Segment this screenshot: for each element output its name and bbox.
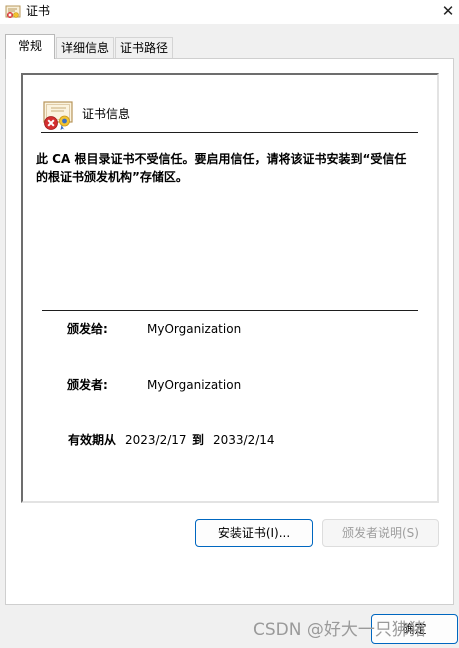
- title-bar: 证书 ✕: [0, 0, 459, 24]
- certificate-error-icon: [43, 101, 73, 130]
- heading-divider: [41, 132, 418, 133]
- valid-to-label: 到: [192, 433, 205, 447]
- tab-certification-path[interactable]: 证书路径: [115, 37, 173, 58]
- validity-label: 有效期从: [68, 433, 117, 447]
- window-title: 证书: [26, 4, 51, 18]
- issuer-statement-button[interactable]: 颁发者说明(S): [322, 519, 439, 547]
- close-icon[interactable]: ✕: [436, 0, 459, 22]
- issued-by-label: 颁发者:: [67, 378, 108, 392]
- issued-to-label: 颁发给:: [67, 322, 108, 336]
- valid-from-date: 2023/2/17: [125, 433, 187, 447]
- tab-details[interactable]: 详细信息: [56, 37, 114, 58]
- certificate-icon: [5, 5, 21, 18]
- certificate-info-heading: 证书信息: [82, 107, 131, 121]
- issued-by-value: MyOrganization: [147, 378, 242, 392]
- install-certificate-button[interactable]: 安装证书(I)...: [195, 519, 313, 547]
- ok-button[interactable]: 确定: [371, 614, 458, 644]
- untrusted-warning-text: 此 CA 根目录证书不受信任。要启用信任，请将该证书安装到“受信任的根证书颁发机…: [36, 152, 407, 184]
- valid-to-date: 2033/2/14: [213, 433, 275, 447]
- issued-to-value: MyOrganization: [147, 322, 242, 336]
- details-divider: [42, 310, 418, 311]
- tab-general[interactable]: 常规: [5, 34, 55, 59]
